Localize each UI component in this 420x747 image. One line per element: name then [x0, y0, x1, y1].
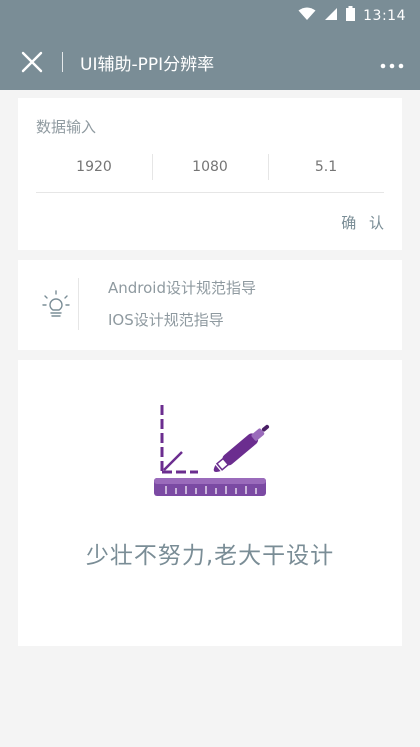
resolution-input-row [36, 152, 384, 182]
input-underline [36, 192, 384, 193]
close-button[interactable] [20, 50, 44, 74]
ruler-brush-illustration [152, 400, 282, 500]
status-bar: 13:14 [0, 0, 420, 32]
data-input-label: 数据输入 [36, 118, 97, 136]
confirm-button[interactable]: 确 认 [341, 212, 388, 233]
battery-icon [346, 6, 356, 25]
nav-divider [62, 52, 63, 72]
lightbulb-icon [42, 290, 70, 320]
screen-size-cell [268, 152, 384, 182]
status-icons: 13:14 [298, 6, 406, 25]
more-dots-icon [380, 63, 404, 69]
hero-card: 少壮不努力,老大干设计 [18, 360, 402, 646]
ios-guideline-link[interactable]: IOS设计规范指导 [108, 309, 224, 330]
height-input[interactable] [152, 158, 268, 176]
links-divider [78, 278, 79, 330]
wifi-icon [298, 7, 316, 25]
screen-size-input[interactable] [268, 158, 384, 176]
clock: 13:14 [363, 7, 406, 24]
signal-icon [324, 7, 338, 25]
width-cell [36, 152, 152, 182]
title-bar: UI辅助-PPI分辨率 [0, 32, 420, 90]
data-input-card: 数据输入 确 认 [18, 98, 402, 250]
more-menu-button[interactable] [380, 56, 404, 69]
guidelines-card: Android设计规范指导 IOS设计规范指导 [18, 260, 402, 350]
width-input[interactable] [36, 158, 152, 176]
slogan-text: 少壮不努力,老大干设计 [85, 543, 335, 569]
page-title: UI辅助-PPI分辨率 [80, 55, 215, 75]
close-icon [21, 51, 43, 73]
android-guideline-link[interactable]: Android设计规范指导 [108, 277, 256, 298]
height-cell [152, 152, 268, 182]
